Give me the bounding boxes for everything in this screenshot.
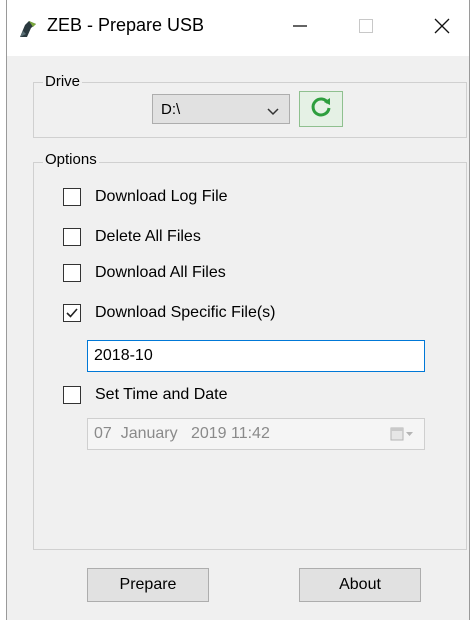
drive-select-value: D:\ — [161, 101, 181, 118]
date-time-value: 07 January 2019 11:42 — [94, 425, 270, 442]
calendar-icon — [390, 427, 413, 441]
delete-all-checkbox[interactable] — [63, 228, 81, 246]
set-time-checkbox[interactable] — [63, 386, 81, 404]
prepare-button[interactable]: Prepare — [87, 568, 209, 602]
drive-select[interactable]: D:\ — [152, 94, 290, 124]
delete-all-label: Delete All Files — [95, 228, 201, 245]
download-log-checkbox[interactable] — [63, 188, 81, 206]
download-all-checkbox[interactable] — [63, 264, 81, 282]
download-log-label: Download Log File — [95, 188, 228, 205]
options-group-label: Options — [43, 151, 99, 168]
refresh-button[interactable] — [299, 91, 343, 127]
calendar-dropdown — [390, 426, 414, 442]
close-button[interactable] — [419, 0, 465, 56]
window-title: ZEB - Prepare USB — [47, 15, 205, 35]
maximize-button — [343, 0, 389, 56]
download-specific-option[interactable]: Download Specific File(s) — [63, 302, 276, 324]
set-time-label: Set Time and Date — [95, 386, 228, 403]
set-time-option[interactable]: Set Time and Date — [63, 384, 228, 406]
refresh-icon — [309, 95, 333, 124]
app-icon — [17, 18, 39, 40]
prepare-usb-window: ZEB - Prepare USB Drive D:\ Options Down… — [6, 0, 470, 620]
download-log-option[interactable]: Download Log File — [63, 186, 228, 208]
download-specific-label: Download Specific File(s) — [95, 304, 276, 321]
download-all-label: Download All Files — [95, 264, 226, 281]
date-time-picker: 07 January 2019 11:42 — [87, 418, 425, 450]
chevron-down-icon — [267, 104, 279, 122]
download-specific-checkbox[interactable] — [63, 304, 81, 322]
download-all-option[interactable]: Download All Files — [63, 262, 226, 284]
title-bar[interactable]: ZEB - Prepare USB — [7, 0, 469, 56]
minimize-icon — [292, 18, 308, 39]
checkmark-icon — [66, 308, 78, 318]
about-button[interactable]: About — [299, 568, 421, 602]
specific-files-input[interactable] — [87, 340, 425, 372]
close-icon — [434, 18, 450, 39]
drive-group-label: Drive — [43, 73, 83, 90]
delete-all-option[interactable]: Delete All Files — [63, 226, 201, 248]
maximize-icon — [358, 18, 374, 39]
minimize-button[interactable] — [277, 0, 323, 56]
